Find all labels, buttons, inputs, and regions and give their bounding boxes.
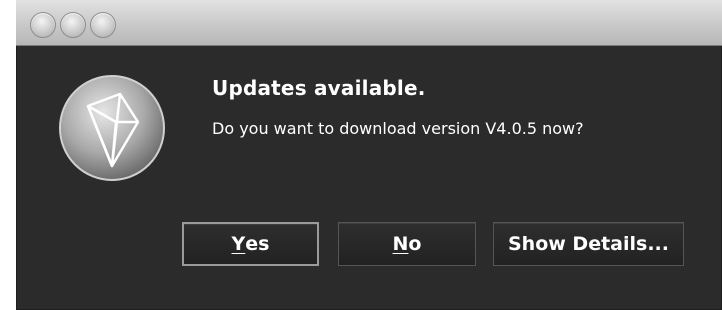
no-mnemonic: N bbox=[392, 233, 409, 255]
update-dialog-window: Updates available. Do you want to downlo… bbox=[16, 0, 722, 310]
show-details-button[interactable]: Show Details... bbox=[493, 222, 684, 266]
minimize-window-button[interactable] bbox=[60, 12, 86, 38]
no-label-rest: o bbox=[408, 233, 422, 255]
diamond-app-icon bbox=[59, 75, 165, 181]
yes-label-rest: es bbox=[245, 233, 270, 255]
zoom-window-button[interactable] bbox=[90, 12, 116, 38]
title-bar[interactable] bbox=[16, 0, 722, 46]
yes-mnemonic: Y bbox=[231, 233, 246, 255]
yes-button[interactable]: Yes bbox=[182, 222, 319, 266]
no-button[interactable]: No bbox=[338, 222, 476, 266]
dialog-title: Updates available. bbox=[212, 76, 426, 100]
show-details-label: Show Details... bbox=[508, 233, 669, 255]
dialog-message: Do you want to download version V4.0.5 n… bbox=[212, 119, 584, 138]
close-window-button[interactable] bbox=[30, 12, 56, 38]
